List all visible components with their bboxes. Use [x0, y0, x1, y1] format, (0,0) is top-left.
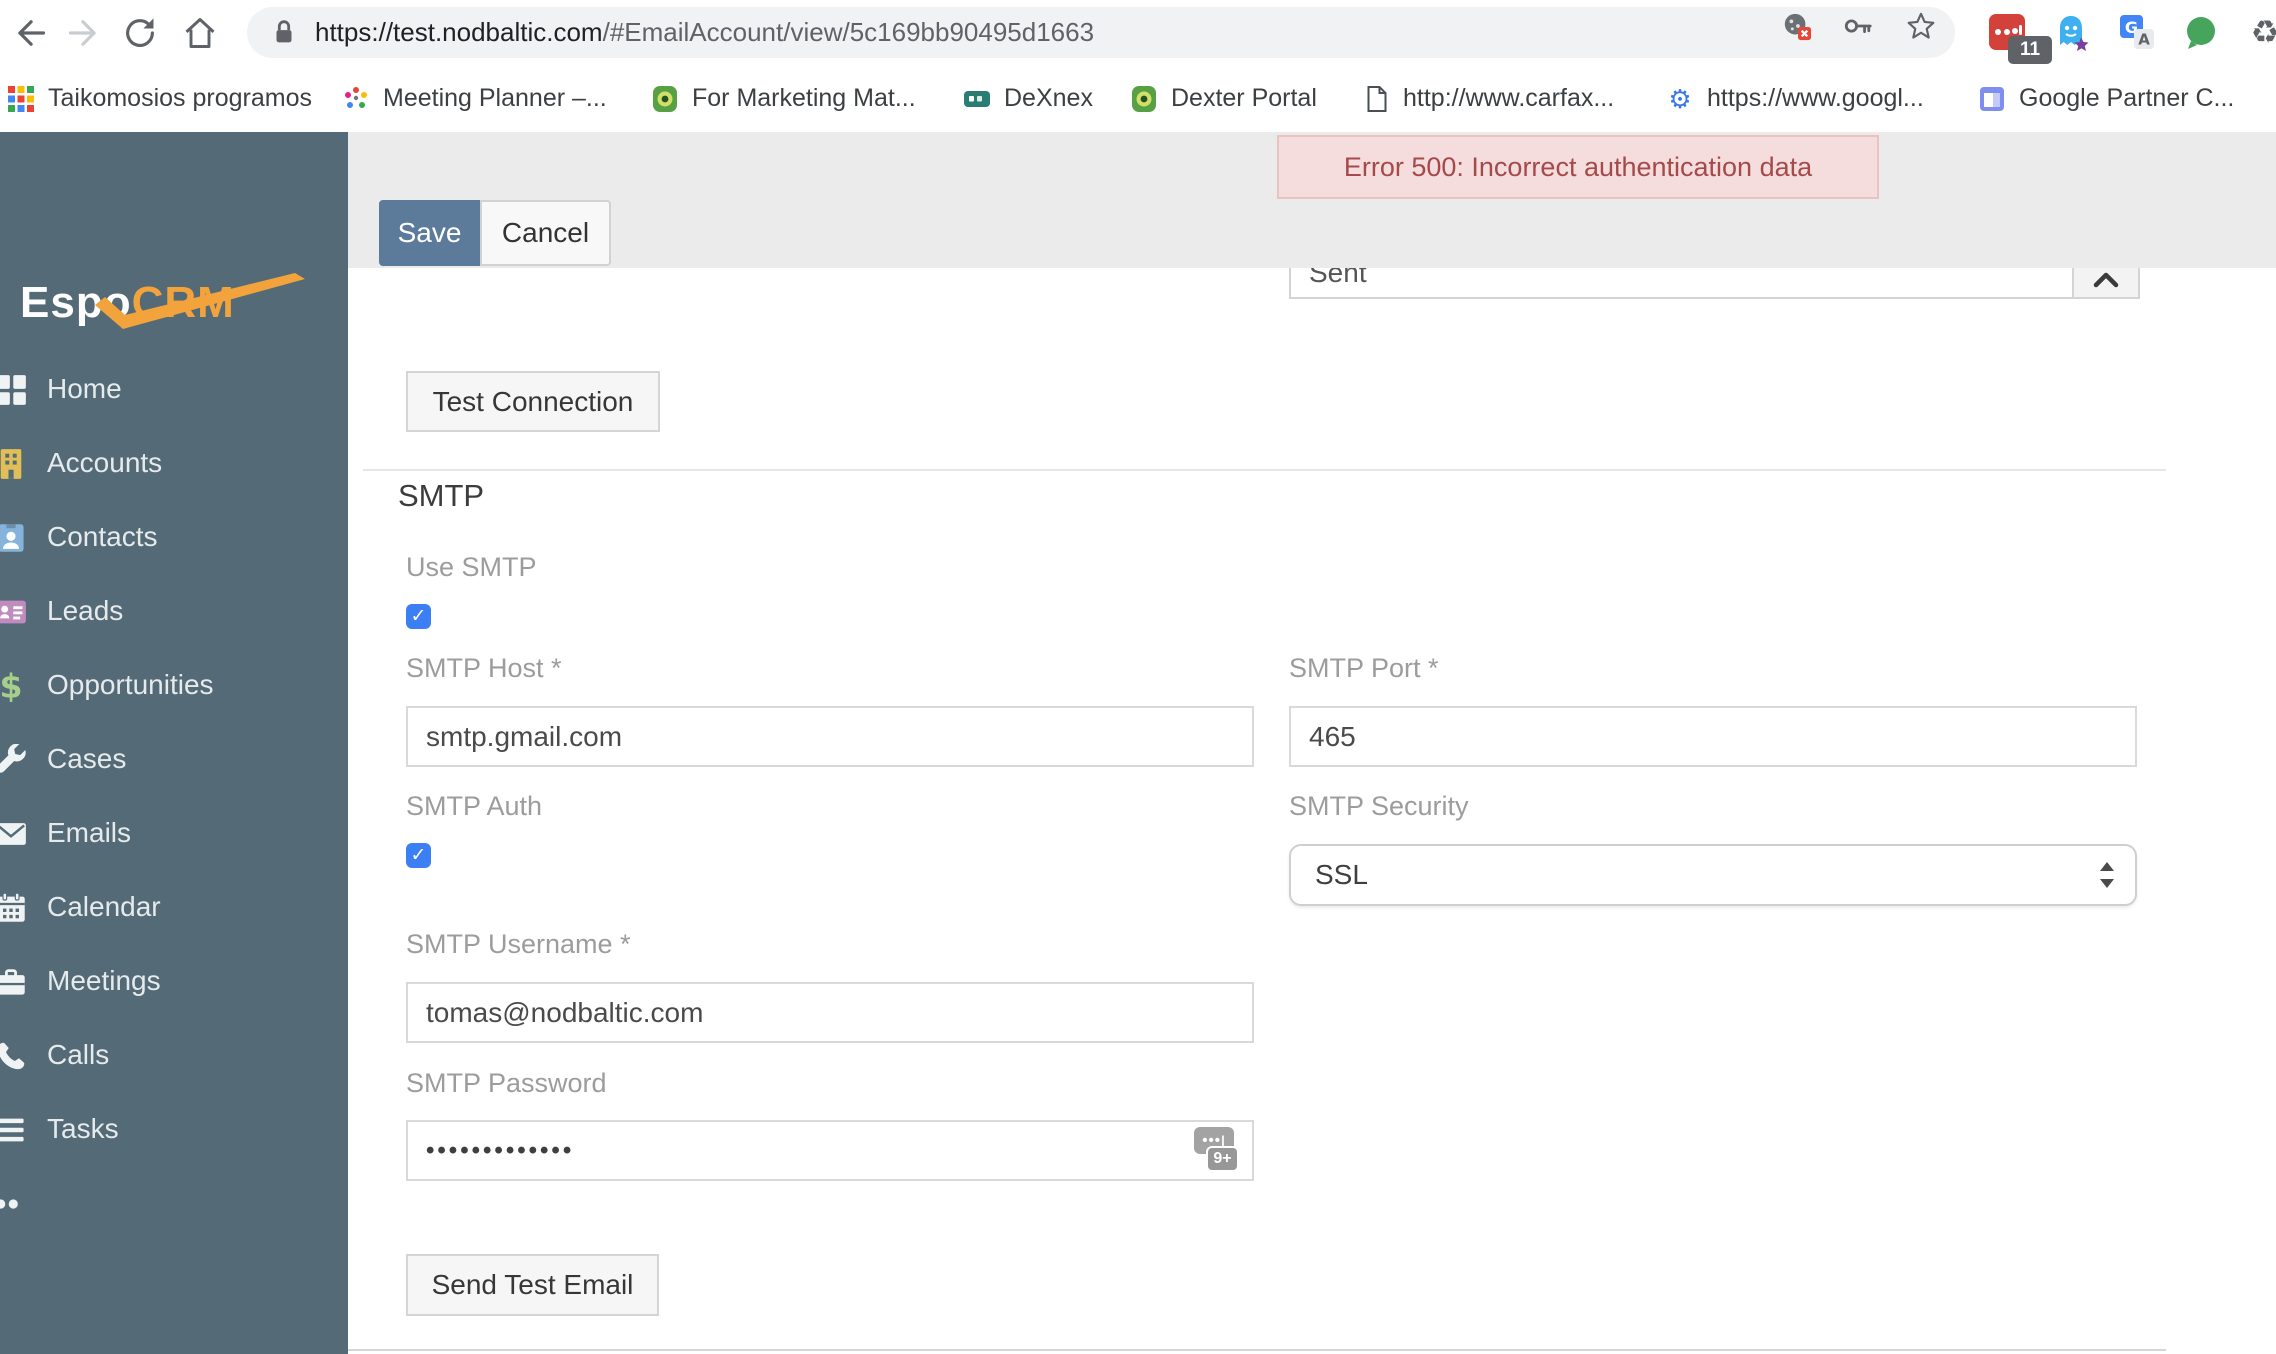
lead-card-icon: [0, 596, 27, 626]
extension-count-badge: 11: [2008, 36, 2052, 64]
sidebar-item-home[interactable]: Home: [0, 352, 348, 426]
smtp-auth-checkbox[interactable]: ✓: [406, 843, 431, 868]
sidebar-item-contacts[interactable]: Contacts: [0, 500, 348, 574]
smtp-username-label: SMTP Username *: [406, 929, 631, 959]
ghostery-icon[interactable]: [2052, 13, 2090, 51]
recycle-icon[interactable]: ♻: [2246, 13, 2276, 51]
apps-grid-icon: [7, 85, 35, 113]
svg-text:$: $: [0, 670, 23, 702]
sidebar-item-calendar[interactable]: Calendar: [0, 870, 348, 944]
forward-icon[interactable]: [66, 15, 102, 51]
smtp-security-label: SMTP Security: [1289, 791, 1469, 821]
sidebar-item-calls[interactable]: Calls: [0, 1018, 348, 1092]
sidebar-item-cases[interactable]: Cases: [0, 722, 348, 796]
list-icon: [0, 1114, 27, 1144]
translate-icon[interactable]: GA: [2118, 13, 2156, 51]
lock-icon: [269, 17, 299, 49]
sidebar-item-tasks[interactable]: Tasks: [0, 1092, 348, 1166]
error-alert: Error 500: Incorrect authentication data: [1277, 135, 1879, 199]
test-connection-button[interactable]: Test Connection: [406, 371, 660, 432]
password-manager-badge: 9+: [1206, 1145, 1239, 1172]
sidebar: EspoCRM Home Accounts Contacts Leads $ O…: [0, 132, 348, 1354]
dollar-icon: $: [0, 670, 27, 702]
select-stepper-icon: [2099, 862, 2115, 888]
sidebar-item-leads[interactable]: Leads: [0, 574, 348, 648]
smtp-security-select[interactable]: SSL: [1289, 844, 2137, 906]
password-manager-icon[interactable]: ••• | 9+: [1186, 1126, 1246, 1175]
sidebar-item-opportunities[interactable]: $ Opportunities: [0, 648, 348, 722]
sidebar-item-meetings[interactable]: Meetings: [0, 944, 348, 1018]
bookmark-dexter-portal[interactable]: Dexter Portal: [1130, 65, 1317, 132]
phone-icon: [0, 1040, 27, 1070]
smtp-section-title: SMTP: [398, 478, 485, 513]
smtp-port-label: SMTP Port *: [1289, 653, 1439, 683]
svg-text:⚙: ⚙: [1668, 85, 1691, 113]
home-icon: [0, 374, 27, 405]
bookmarks-bar: Taikomosios programos Meeting Planner –.…: [0, 65, 2276, 133]
smtp-auth-label: SMTP Auth: [406, 791, 543, 821]
sidebar-item-accounts[interactable]: Accounts: [0, 426, 348, 500]
bookmark-taikomosios[interactable]: Taikomosios programos: [7, 65, 312, 132]
cookie-blocked-icon[interactable]: [1782, 11, 1812, 41]
bookmark-for-marketing[interactable]: For Marketing Mat...: [651, 65, 916, 132]
envelope-icon: [0, 818, 27, 848]
wrench-icon: [0, 744, 27, 774]
cancel-button[interactable]: Cancel: [480, 200, 611, 266]
browser-window: https://test.nodbaltic.com/#EmailAccount…: [0, 0, 2276, 1354]
teal-badge-icon: [963, 85, 991, 113]
smtp-security-value: SSL: [1315, 859, 1368, 890]
save-button[interactable]: Save: [379, 200, 480, 266]
columns-icon: [1978, 85, 2006, 113]
calendar-icon: [0, 892, 27, 922]
section-divider: [363, 469, 2166, 471]
use-smtp-label: Use SMTP: [406, 552, 537, 582]
use-smtp-checkbox[interactable]: ✓: [406, 604, 431, 629]
sparkle-icon: [342, 85, 370, 113]
more-dots-icon: [0, 1188, 27, 1218]
browser-toolbar: https://test.nodbaltic.com/#EmailAccount…: [0, 0, 2276, 65]
svg-text:A: A: [2138, 31, 2150, 49]
contact-card-icon: [0, 522, 27, 552]
smtp-host-label: SMTP Host *: [406, 653, 562, 683]
chat-bubble-icon[interactable]: [2182, 13, 2220, 51]
bookmark-star-icon[interactable]: [1906, 11, 1936, 41]
page-icon: [1362, 85, 1390, 113]
bookmark-google-partner[interactable]: Google Partner C...: [1978, 65, 2234, 132]
green-target-icon: [651, 85, 679, 113]
bookmark-carfax[interactable]: http://www.carfax...: [1362, 65, 1614, 132]
back-icon[interactable]: [12, 15, 48, 51]
sidebar-nav: Home Accounts Contacts Leads $ Opportuni…: [0, 352, 348, 1240]
address-bar[interactable]: https://test.nodbaltic.com/#EmailAccount…: [247, 7, 1955, 58]
smtp-password-input[interactable]: [408, 1136, 1186, 1165]
home-button-icon[interactable]: [182, 15, 218, 51]
bookmark-dexnex[interactable]: DeXnex: [963, 65, 1093, 132]
url-text: https://test.nodbaltic.com/#EmailAccount…: [315, 17, 1095, 47]
espocrm-logo[interactable]: EspoCRM: [20, 278, 235, 328]
reload-icon[interactable]: [122, 15, 158, 51]
smtp-password-label: SMTP Password: [406, 1068, 607, 1098]
send-test-email-button[interactable]: Send Test Email: [406, 1254, 659, 1316]
briefcase-icon: [0, 966, 27, 996]
smtp-username-input[interactable]: [406, 982, 1254, 1043]
bookmark-google[interactable]: ⚙ https://www.googl...: [1666, 65, 1923, 132]
blue-gear-icon: ⚙: [1666, 85, 1694, 113]
svg-text:♻: ♻: [2251, 13, 2276, 51]
smtp-host-input[interactable]: [406, 706, 1254, 767]
building-icon: [0, 448, 27, 479]
green-target-icon: [1130, 85, 1158, 113]
key-icon[interactable]: [1843, 11, 1873, 41]
smtp-port-input[interactable]: [1289, 706, 2137, 767]
sidebar-item-emails[interactable]: Emails: [0, 796, 348, 870]
smtp-password-field: •••| 9+: [406, 1120, 1254, 1181]
bookmark-meeting-planner[interactable]: Meeting Planner –...: [342, 65, 607, 132]
edit-header: Save Cancel Error 500: Incorrect authent…: [348, 132, 2276, 268]
sidebar-item-more[interactable]: [0, 1166, 348, 1240]
